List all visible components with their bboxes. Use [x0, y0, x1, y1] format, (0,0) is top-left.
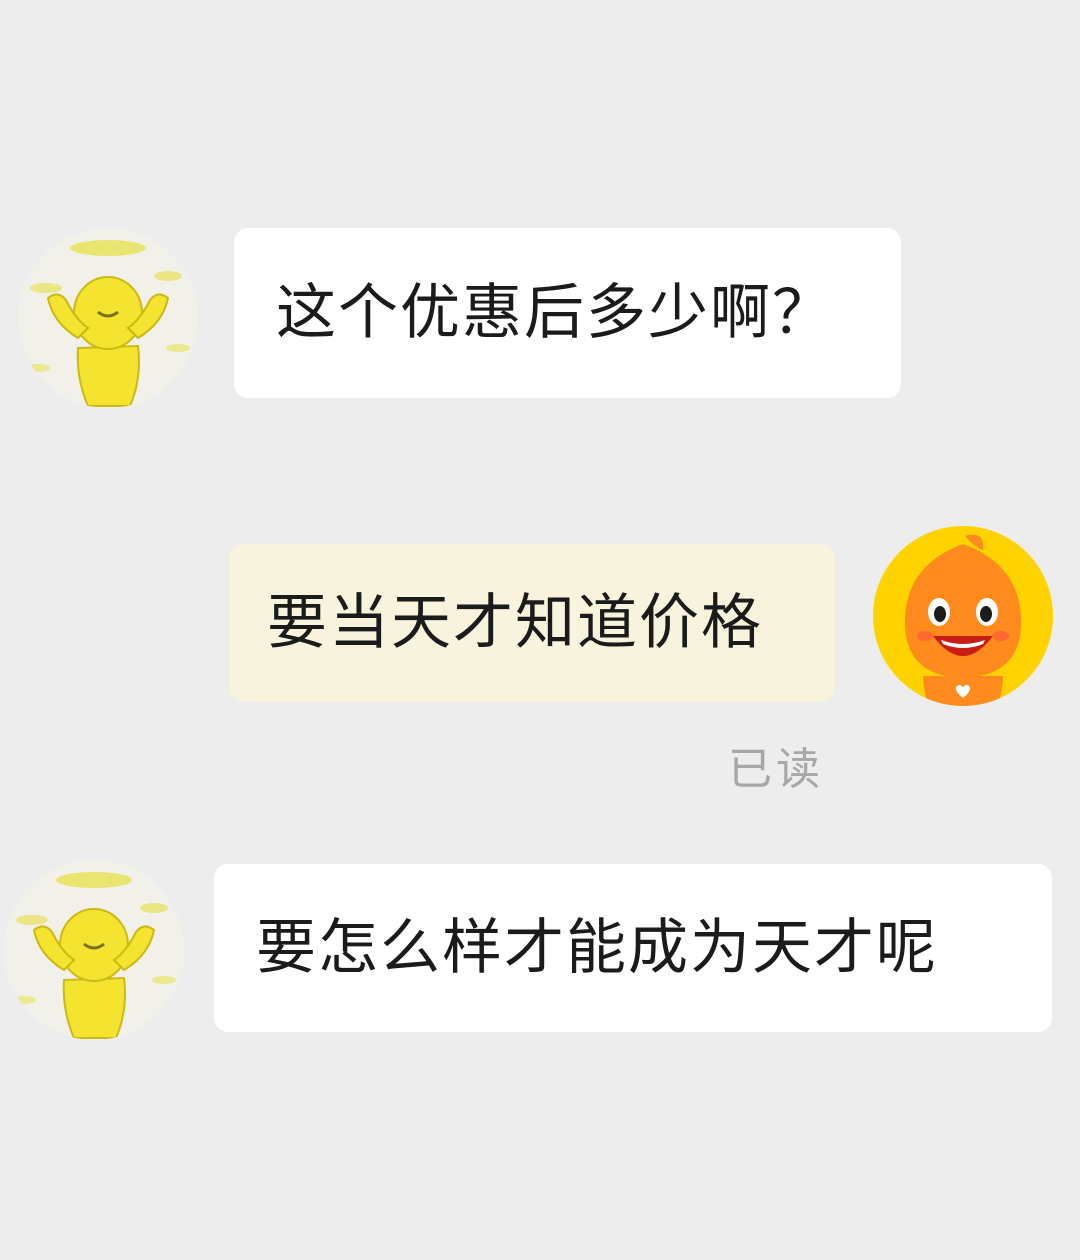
contact-avatar[interactable] — [18, 228, 198, 408]
chat-view: 这个优惠后多少啊？ 要当天才知道价格 已读 要怎么样才能成为天才呢 — [0, 0, 1080, 1260]
message-bubble-incoming[interactable]: 要怎么样才能成为天才呢 — [214, 864, 1052, 1032]
message-text: 要怎么样才能成为天才呢 — [256, 913, 938, 983]
self-avatar[interactable] — [873, 526, 1053, 706]
orange-mascot-icon — [873, 526, 1053, 706]
yellow-dancing-character-icon — [4, 860, 184, 1040]
contact-avatar[interactable] — [4, 860, 184, 1040]
yellow-dancing-character-icon — [18, 228, 198, 408]
message-text: 要当天才知道价格 — [267, 588, 763, 658]
message-text: 这个优惠后多少啊？ — [276, 278, 834, 348]
message-bubble-incoming[interactable]: 这个优惠后多少啊？ — [234, 228, 901, 398]
message-bubble-outgoing[interactable]: 要当天才知道价格 — [229, 544, 835, 702]
read-status: 已读 — [728, 744, 824, 795]
